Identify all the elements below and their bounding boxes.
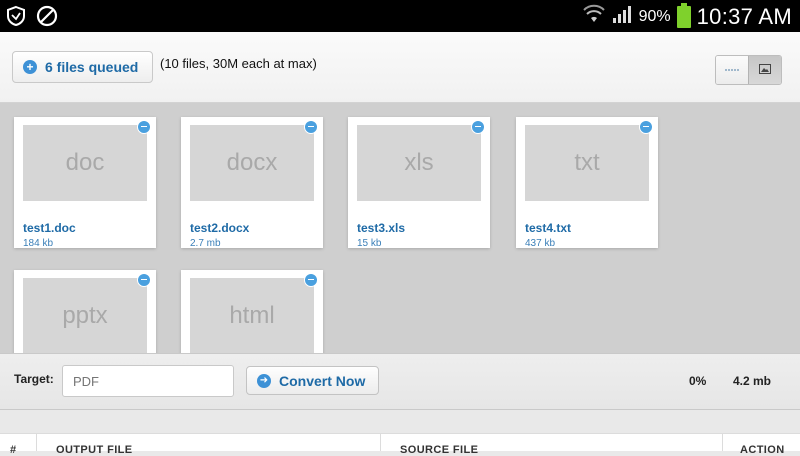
column-output-file: OUTPUT FILE (56, 444, 133, 456)
column-action: ACTION (740, 444, 785, 456)
file-thumbnail: pptx (23, 278, 147, 353)
file-card[interactable]: txt test4.txt 437 kb (516, 117, 658, 249)
file-size: 2.7 mb (190, 238, 221, 249)
file-thumbnail: docx (190, 125, 314, 201)
column-index: # (10, 444, 17, 456)
remove-file-icon[interactable] (137, 120, 151, 134)
file-size: 184 kb (23, 238, 54, 249)
remove-file-icon[interactable] (137, 273, 151, 287)
view-mode-toggle (715, 55, 782, 85)
remove-file-icon[interactable] (639, 120, 653, 134)
grid-view-icon (759, 61, 771, 79)
arrow-right-icon: ➜ (257, 373, 271, 388)
target-format-input[interactable] (62, 365, 234, 397)
column-divider (36, 434, 37, 451)
shield-icon (6, 5, 26, 32)
column-divider (380, 434, 381, 451)
convert-now-label: Convert Now (279, 372, 366, 389)
grid-view-button[interactable] (748, 56, 781, 84)
remove-file-icon[interactable] (304, 273, 318, 287)
battery-percentage: 90% (638, 7, 671, 25)
add-icon: + (23, 60, 37, 74)
column-source-file: SOURCE FILE (400, 444, 479, 456)
file-thumbnail: xls (357, 125, 481, 201)
status-bar: 90% 10:37 AM (0, 0, 800, 32)
list-view-button[interactable] (716, 56, 748, 84)
file-card[interactable]: pptx (14, 270, 156, 353)
column-divider (722, 434, 723, 451)
remove-file-icon[interactable] (471, 120, 485, 134)
target-label: Target: (14, 372, 54, 386)
progress-percent: 0% (689, 374, 707, 388)
file-name: test2.docx (190, 221, 250, 235)
files-queued-button[interactable]: + 6 files queued (12, 51, 154, 83)
file-grid: doc test1.doc 184 kb docx test2.docx 2.7… (0, 103, 800, 353)
file-name: test3.xls (357, 221, 406, 235)
blocked-icon (36, 5, 58, 32)
convert-now-button[interactable]: ➜ Convert Now (246, 366, 379, 395)
files-queued-label: 6 files queued (45, 59, 139, 75)
upload-toolbar: + 6 files queued (10 files, 30M each at … (0, 32, 800, 103)
file-card[interactable]: docx test2.docx 2.7 mb (181, 117, 323, 249)
file-name: test4.txt (525, 221, 572, 235)
file-thumbnail: doc (23, 125, 147, 201)
list-view-icon (725, 61, 739, 79)
total-size: 4.2 mb (733, 374, 772, 388)
upload-limit-note: (10 files, 30M each at max) (160, 56, 317, 71)
clock: 10:37 AM (696, 3, 792, 29)
file-card[interactable]: doc test1.doc 184 kb (14, 117, 156, 249)
remove-file-icon[interactable] (304, 120, 318, 134)
file-card[interactable]: xls test3.xls 15 kb (348, 117, 490, 249)
file-thumbnail: txt (525, 125, 649, 201)
signal-icon (611, 3, 633, 30)
wifi-icon (582, 3, 605, 30)
results-table-header: # OUTPUT FILE SOURCE FILE ACTION (0, 433, 800, 456)
file-size: 437 kb (525, 238, 556, 249)
convert-bar: Target: ➜ Convert Now 0% 4.2 mb (0, 353, 800, 410)
file-size: 15 kb (357, 238, 382, 249)
file-thumbnail: html (190, 278, 314, 353)
file-name: test1.doc (23, 221, 76, 235)
battery-icon (676, 2, 691, 28)
file-card[interactable]: html (181, 270, 323, 353)
